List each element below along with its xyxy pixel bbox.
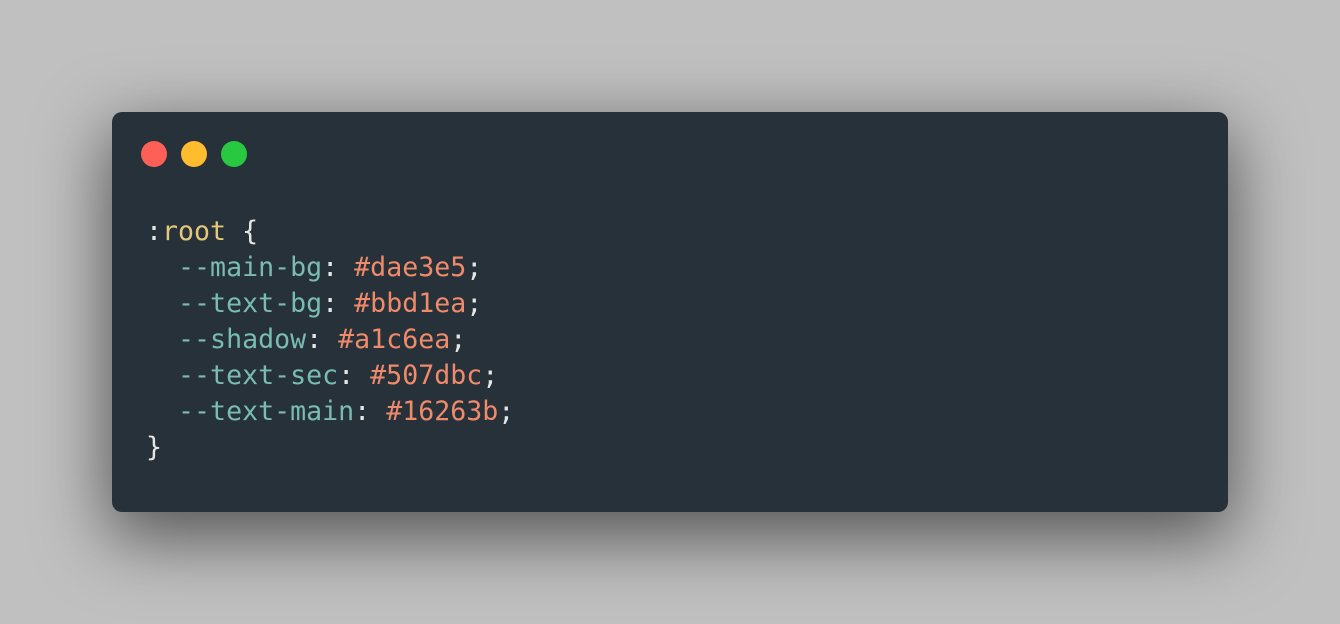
close-brace: } [146, 432, 163, 463]
minimize-button[interactable] [181, 141, 207, 167]
open-brace: { [226, 216, 259, 247]
code-window: :root { --main-bg: #dae3e5; --text-bg: #… [112, 112, 1228, 512]
code-line-declaration: --main-bg: #dae3e5; [178, 252, 483, 283]
code-line-declaration: --text-bg: #bbd1ea; [178, 288, 483, 319]
code-line-close: } [146, 430, 514, 466]
code-line-declaration: --text-sec: #507dbc; [178, 360, 499, 391]
property-name: --text-main [178, 396, 355, 427]
close-button[interactable] [141, 141, 167, 167]
code-line-selector: :root { [146, 214, 514, 250]
property-name: --text-sec [178, 360, 339, 391]
code-block: :root { --main-bg: #dae3e5; --text-bg: #… [146, 214, 514, 466]
property-name: --text-bg [178, 288, 323, 319]
code-line-declaration: --shadow: #a1c6ea; [178, 324, 467, 355]
property-name: --main-bg [178, 252, 323, 283]
property-value: #16263b [386, 396, 499, 427]
window-controls [141, 141, 247, 167]
property-name: --shadow [178, 324, 307, 355]
property-value: #a1c6ea [338, 324, 451, 355]
maximize-button[interactable] [221, 141, 247, 167]
selector-name: root [162, 216, 227, 247]
property-value: #507dbc [370, 360, 483, 391]
property-value: #bbd1ea [354, 288, 467, 319]
property-value: #dae3e5 [354, 252, 467, 283]
selector-colon: : [146, 216, 163, 247]
code-line-declaration: --text-main: #16263b; [178, 396, 515, 427]
